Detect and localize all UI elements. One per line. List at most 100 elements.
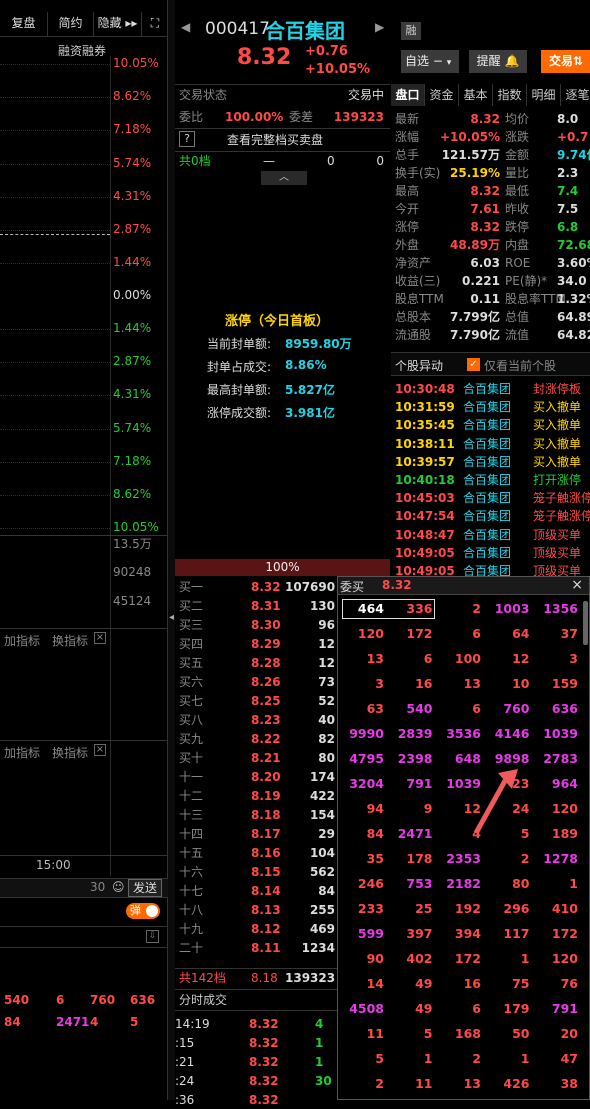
stock-move-item[interactable]: 10:45:03 合百集团 笼子触涨停 [391,489,590,507]
queue-cell: 2 [472,1051,481,1066]
quote-label-2: 最低 [505,184,530,198]
alert-button[interactable]: 提醒 🔔 [469,50,527,73]
fullscreen-icon[interactable]: ⛶ [142,12,168,36]
simple-mode-button[interactable]: 简约 [48,12,94,36]
bid-volume: 107690 [285,580,336,594]
bid-level: 买七 [179,694,204,708]
tab-2[interactable]: 基本 [459,84,493,106]
queue-cell: 2 [520,851,530,866]
queue-cell: 80 [512,876,530,891]
queue-cell: 75 [512,976,530,991]
left-row-cell: 2471 [56,1015,90,1029]
stock-name: 合百集团 [265,19,345,43]
trade-button[interactable]: 交易⇅ [541,50,590,73]
full-book-link[interactable]: 查看完整档买卖盘 [227,131,323,148]
trade-price: 8.32 [249,1055,279,1069]
add-indicator-button-2[interactable]: 加指标 [4,744,40,761]
collapse-arrow-icon[interactable]: ◂ [169,612,174,623]
queue-price: 8.32 [382,578,412,592]
tab-0[interactable]: 盘口 [391,84,425,106]
close-icon[interactable]: × [94,632,106,644]
bid-queue-popup: 委买 8.32 × 464 336 2 1003 1356 120 172 6 64 37 13 6 1… [337,576,590,1100]
stock-move-item[interactable]: 10:49:05 合百集团 顶级买单 [391,544,590,562]
download-icon[interactable]: ⇩ [146,930,159,943]
grid-line [0,64,110,65]
queue-cell: 16 [415,676,433,691]
prev-stock-icon[interactable]: ◀ [181,20,190,34]
commission-ratio-row: 委比 100.00% 委差 139323 [179,110,384,124]
stock-move-item[interactable]: 10:31:59 合百集团 买入撤单 [391,398,590,416]
price-tick-zero: 0.00% [113,288,152,302]
sell-total-row: 共0档 —0 0 [175,151,390,169]
price-tick-down-1: 2.87% [113,354,152,369]
stock-move-item[interactable]: 10:48:47 合百集团 顶级买单 [391,526,590,544]
price-pct: +10.05% [305,62,371,77]
tab-1[interactable]: 资金 [425,84,459,106]
queue-cell: 753 [406,876,433,891]
grid-line [0,528,110,530]
popup-toggle[interactable]: 弹 [126,903,160,919]
quote-value-2: 6.8 [557,220,579,234]
watchlist-button[interactable]: 自选 − ▾ [401,50,459,73]
switch-indicator-button[interactable]: 换指标 [52,632,88,649]
queue-cell: 3 [375,676,384,691]
quote-label-2: 流值 [505,328,530,342]
bid-level: 十五 [179,846,204,860]
switch-indicator-button-2[interactable]: 换指标 [52,744,88,761]
limit-stat-value: 8.86% [285,358,327,372]
quote-value-2: 7.4 [557,184,579,198]
tab-3[interactable]: 指数 [493,84,527,106]
bid-volume: 73 [318,675,335,689]
bid-price: 8.13 [251,903,281,917]
queue-cell: 10 [512,676,530,691]
stock-move-item[interactable]: 10:40:18 合百集团 打开涨停 [391,471,590,489]
bid-price: 8.16 [251,846,281,860]
stock-move-item[interactable]: 10:39:57 合百集团 买入撤单 [391,453,590,471]
bid-volume: 12 [318,637,335,651]
quote-value-2: 64.82亿 [557,328,590,342]
bid-volume: 40 [318,713,335,727]
send-button[interactable]: 发送 [128,879,162,897]
queue-cell: 6 [423,651,433,666]
tab-4[interactable]: 明细 [527,84,561,106]
quote-row: 股息TTM0.11股息率TTM1.32% [391,290,590,308]
queue-cell: 38 [560,1076,578,1091]
limit-stat-label: 最高封单额: [207,383,272,397]
quote-value: 6.03 [470,256,500,270]
queue-cell: 192 [454,901,481,916]
emoji-icon[interactable]: ☺ [112,880,125,894]
move-stock: 合百集团 [463,418,512,433]
add-indicator-button[interactable]: 加指标 [4,632,40,649]
scrollbar[interactable] [583,601,588,645]
close-icon-popup[interactable]: × [571,577,583,593]
grid-line [0,395,110,397]
stock-move-item[interactable]: 10:35:45 合百集团 买入撤单 [391,416,590,434]
queue-cell: 6 [472,701,481,716]
stock-move-item[interactable]: 10:38:11 合百集团 买入撤单 [391,435,590,453]
current-stock-checkbox[interactable]: ✓ [467,358,480,371]
queue-cell: 120 [551,951,578,966]
bid-level: 买三 [179,618,204,632]
move-event: 顶级买单 [533,527,582,542]
close-icon-2[interactable]: × [94,744,106,756]
left-row-cell: 5 [130,1015,139,1029]
trade-price: 8.32 [249,1074,279,1088]
left-row-cell: 84 [4,1015,21,1029]
limit-stat-value: 5.827亿 [285,383,335,397]
tab-5[interactable]: 逐笔 [561,84,590,106]
bid-price: 8.19 [251,789,281,803]
price-tick-up-1: 8.62% [113,89,152,104]
hide-button[interactable]: 隐藏 ▸▸ [94,12,142,36]
review-button[interactable]: 复盘 [0,12,48,36]
next-stock-icon[interactable]: ▶ [375,20,384,34]
expand-up-icon[interactable]: ︿ [261,171,307,185]
limit-stat-value: 3.981亿 [285,406,335,420]
queue-cell: 2 [472,601,481,616]
help-icon[interactable]: ? [179,131,195,147]
stock-move-item[interactable]: 10:47:54 合百集团 笼子触涨停 [391,507,590,525]
queue-cell: 120 [357,626,384,641]
time-label: 15:00 [36,858,71,872]
stock-move-item[interactable]: 10:30:48 合百集团 封涨停板 [391,380,590,398]
bid-price: 8.28 [251,656,281,670]
bid-price: 8.15 [251,865,281,879]
